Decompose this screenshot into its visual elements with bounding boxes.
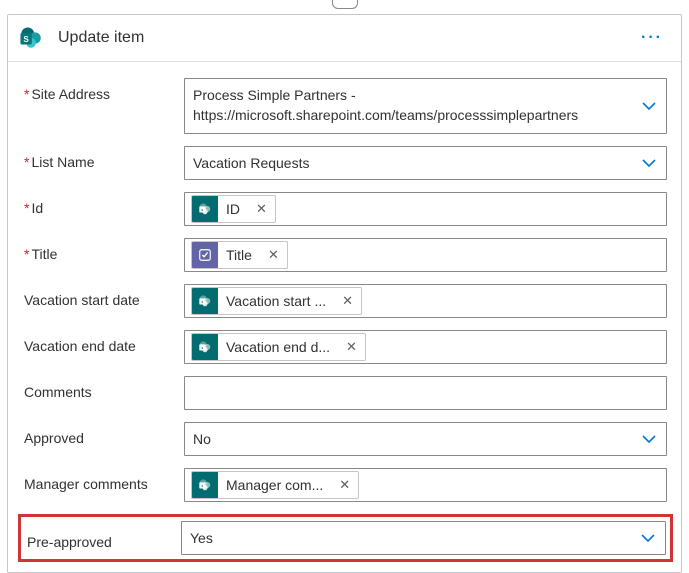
- card-body: Site Address Process Simple Partners - h…: [8, 62, 681, 572]
- more-options-button[interactable]: ···: [635, 29, 669, 47]
- site-address-dropdown[interactable]: Process Simple Partners - https://micros…: [184, 78, 667, 134]
- label-approved: Approved: [24, 422, 184, 446]
- token-vacation-end-remove[interactable]: ✕: [338, 339, 365, 355]
- token-title[interactable]: Title ✕: [191, 241, 288, 269]
- sharepoint-token-icon: s: [192, 472, 218, 498]
- svg-text:s: s: [202, 299, 204, 304]
- svg-text:S: S: [23, 35, 29, 44]
- label-id: Id: [24, 192, 184, 216]
- token-manager-comments-remove[interactable]: ✕: [331, 477, 358, 493]
- row-manager-comments: Manager comments s Manager com... ✕: [24, 468, 667, 502]
- token-vacation-end[interactable]: s Vacation end d... ✕: [191, 333, 366, 361]
- label-list-name: List Name: [24, 146, 184, 170]
- token-title-remove[interactable]: ✕: [260, 247, 287, 263]
- title-input[interactable]: Title ✕: [184, 238, 667, 272]
- approvals-token-icon: [192, 242, 218, 268]
- row-pre-approved-highlight: Pre-approved Yes: [18, 514, 673, 562]
- manager-comments-input[interactable]: s Manager com... ✕: [184, 468, 667, 502]
- label-vacation-start: Vacation start date: [24, 284, 184, 308]
- row-site-address: Site Address Process Simple Partners - h…: [24, 78, 667, 134]
- label-comments: Comments: [24, 376, 184, 400]
- token-id-label: ID: [218, 201, 248, 217]
- token-manager-comments-label: Manager com...: [218, 477, 331, 493]
- pre-approved-value: Yes: [190, 530, 213, 546]
- label-site-address: Site Address: [24, 78, 184, 102]
- row-vacation-start: Vacation start date s Vacation start ...…: [24, 284, 667, 318]
- row-id: Id s ID ✕: [24, 192, 667, 226]
- row-vacation-end: Vacation end date s Vacation end d... ✕: [24, 330, 667, 364]
- site-address-line2: https://microsoft.sharepoint.com/teams/p…: [193, 106, 578, 126]
- token-vacation-start-remove[interactable]: ✕: [334, 293, 361, 309]
- token-vacation-start-label: Vacation start ...: [218, 293, 334, 309]
- token-id-remove[interactable]: ✕: [248, 201, 275, 217]
- token-manager-comments[interactable]: s Manager com... ✕: [191, 471, 359, 499]
- site-address-line1: Process Simple Partners -: [193, 86, 356, 106]
- row-approved: Approved No: [24, 422, 667, 456]
- approved-value: No: [193, 431, 211, 447]
- row-list-name: List Name Vacation Requests: [24, 146, 667, 180]
- token-vacation-end-label: Vacation end d...: [218, 339, 338, 355]
- card-title: Update item: [54, 29, 635, 47]
- pre-approved-dropdown[interactable]: Yes: [181, 521, 666, 555]
- label-vacation-end: Vacation end date: [24, 330, 184, 354]
- card-header: S Update item ···: [8, 15, 681, 62]
- list-name-value: Vacation Requests: [193, 155, 309, 171]
- svg-text:s: s: [202, 483, 204, 488]
- token-title-label: Title: [218, 247, 260, 263]
- vacation-end-input[interactable]: s Vacation end d... ✕: [184, 330, 667, 364]
- update-item-card: S Update item ··· Site Address Process S…: [7, 14, 682, 573]
- label-manager-comments: Manager comments: [24, 468, 184, 492]
- sharepoint-icon: S: [8, 15, 54, 61]
- sharepoint-token-icon: s: [192, 196, 218, 222]
- list-name-dropdown[interactable]: Vacation Requests: [184, 146, 667, 180]
- label-pre-approved: Pre-approved: [25, 526, 181, 550]
- id-input[interactable]: s ID ✕: [184, 192, 667, 226]
- row-comments: Comments: [24, 376, 667, 410]
- svg-text:s: s: [202, 345, 204, 350]
- row-title: Title Title ✕: [24, 238, 667, 272]
- sharepoint-token-icon: s: [192, 334, 218, 360]
- sharepoint-token-icon: s: [192, 288, 218, 314]
- comments-input[interactable]: [184, 376, 667, 410]
- token-id[interactable]: s ID ✕: [191, 195, 276, 223]
- token-vacation-start[interactable]: s Vacation start ... ✕: [191, 287, 362, 315]
- collapse-notch[interactable]: [332, 0, 358, 9]
- approved-dropdown[interactable]: No: [184, 422, 667, 456]
- svg-text:s: s: [202, 207, 204, 212]
- vacation-start-input[interactable]: s Vacation start ... ✕: [184, 284, 667, 318]
- label-title: Title: [24, 238, 184, 262]
